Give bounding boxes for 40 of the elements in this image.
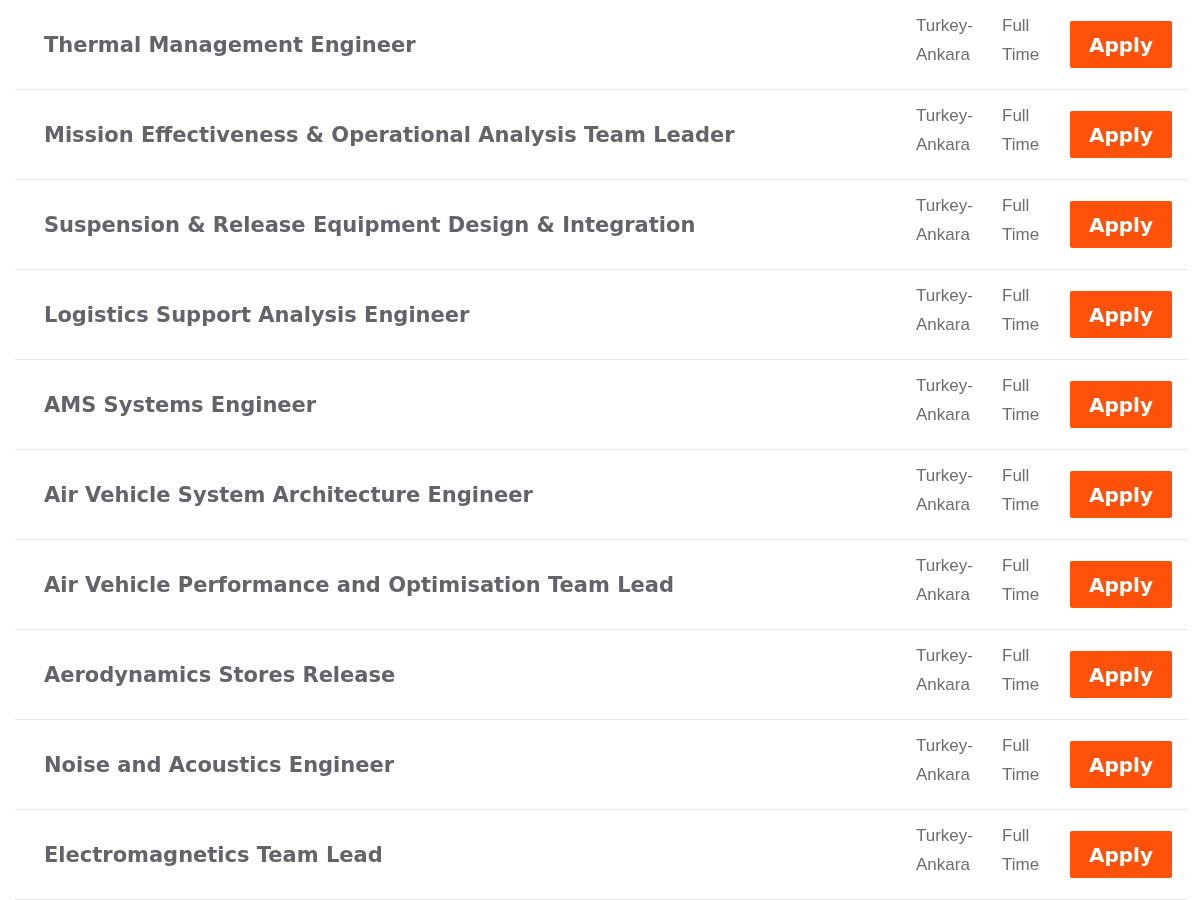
job-title: Suspension & Release Equipment Design & Integration	[43, 212, 697, 237]
job-title: Mission Effectiveness & Operational Analysis Team Leader	[43, 122, 736, 147]
job-location: Turkey-Ankara	[916, 284, 974, 336]
job-location: Turkey-Ankara	[916, 824, 974, 876]
job-type: Full Time	[1002, 194, 1041, 246]
apply-button[interactable]: Apply	[1070, 201, 1172, 248]
apply-button[interactable]: Apply	[1070, 561, 1172, 608]
job-title: Thermal Management Engineer	[43, 32, 417, 57]
job-type: Full Time	[1002, 824, 1041, 876]
job-location: Turkey-Ankara	[916, 14, 974, 66]
job-type: Full Time	[1002, 284, 1041, 336]
job-type: Full Time	[1002, 464, 1041, 516]
job-location: Turkey-Ankara	[916, 104, 974, 156]
job-title: Aerodynamics Stores Release	[43, 662, 397, 687]
job-location: Turkey-Ankara	[916, 374, 974, 426]
job-location: Turkey-Ankara	[916, 194, 974, 246]
job-location: Turkey-Ankara	[916, 644, 974, 696]
job-title: AMS Systems Engineer	[43, 392, 318, 417]
apply-button[interactable]: Apply	[1070, 381, 1172, 428]
job-title: Electromagnetics Team Lead	[43, 842, 384, 867]
job-type: Full Time	[1002, 734, 1041, 786]
job-title: Logistics Support Analysis Engineer	[43, 302, 471, 327]
job-type: Full Time	[1002, 644, 1041, 696]
job-title: Air Vehicle System Architecture Engineer	[43, 482, 534, 507]
apply-button[interactable]: Apply	[1070, 651, 1172, 698]
job-title: Noise and Acoustics Engineer	[43, 752, 396, 777]
job-location: Turkey-Ankara	[916, 464, 974, 516]
apply-button[interactable]: Apply	[1070, 831, 1172, 878]
job-location: Turkey-Ankara	[916, 554, 974, 606]
apply-button[interactable]: Apply	[1070, 21, 1172, 68]
job-location: Turkey-Ankara	[916, 734, 974, 786]
job-type: Full Time	[1002, 14, 1041, 66]
apply-button[interactable]: Apply	[1070, 471, 1172, 518]
job-type: Full Time	[1002, 554, 1041, 606]
apply-button[interactable]: Apply	[1070, 741, 1172, 788]
job-type: Full Time	[1002, 374, 1041, 426]
apply-button[interactable]: Apply	[1070, 291, 1172, 338]
apply-button[interactable]: Apply	[1070, 111, 1172, 158]
job-title: Air Vehicle Performance and Optimisation Team Lead	[43, 572, 675, 597]
job-type: Full Time	[1002, 104, 1041, 156]
